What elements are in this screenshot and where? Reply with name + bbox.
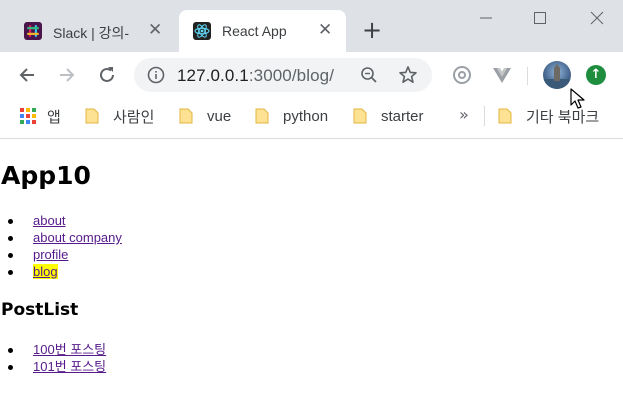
bookmark-other[interactable]: 기타 북마크 [498,98,599,134]
tab-strip: Slack | 강의- ✕ React App ✕ + [0,0,623,52]
folder-icon [255,108,269,124]
window-close-icon[interactable] [587,8,607,28]
folder-icon [353,108,367,124]
nav-item-profile: profile [0,246,122,263]
nav-item-about-company: about company [0,229,122,246]
reload-icon[interactable] [96,64,118,86]
slack-icon [24,22,42,40]
nav-link-profile[interactable]: profile [33,247,68,262]
extension-target-icon[interactable] [451,64,473,86]
bookmark-star-icon[interactable] [398,65,418,85]
bookmark-label: python [283,107,329,125]
nav-link-about-company[interactable]: about company [33,230,122,245]
tab-title: React App [222,23,287,39]
nav-link-about[interactable]: about [33,213,66,228]
update-badge[interactable]: ↑ [586,65,606,85]
nav-item-blog: blog [0,263,122,280]
toolbar: 127.0.0.1:3000/blog/ ↑ [0,52,623,98]
folder-icon [85,108,99,124]
list-item: 100번 포스팅 [0,341,106,358]
post-link[interactable]: 101번 포스팅 [33,359,106,374]
bookmark-label: vue [207,107,232,125]
bookmark-apps[interactable]: 앱 [20,98,61,134]
bookmark-label: 기타 북마크 [526,108,600,126]
nav-link-blog[interactable]: blog [33,264,58,279]
address-bar[interactable]: 127.0.0.1:3000/blog/ [134,58,432,92]
bookmark-saramin[interactable]: 사람인 [85,98,154,134]
tab-slack[interactable]: Slack | 강의- ✕ [10,10,176,52]
url-host: 127.0.0.1 [177,66,249,85]
forward-arrow-icon[interactable] [56,64,78,86]
bookmark-python[interactable]: python [255,98,328,134]
bookmark-vue[interactable]: vue [179,98,231,134]
page-title: App10 [1,161,91,190]
postlist-heading: PostList [1,300,79,320]
tab-react-app[interactable]: React App ✕ [179,10,346,52]
tab-title: Slack | 강의- [53,25,130,41]
url-path: :3000/blog/ [248,66,335,85]
folder-icon [498,108,512,124]
close-icon[interactable]: ✕ [318,21,332,39]
zoom-icon[interactable] [360,66,378,84]
bookmarks-divider [484,106,485,126]
post-link[interactable]: 100번 포스팅 [33,342,106,357]
folder-icon [179,108,193,124]
page-content: App10 about about company profile blog P… [0,139,623,400]
list-item: 101번 포스팅 [0,358,106,375]
toolbar-divider [527,67,528,85]
post-list: 100번 포스팅 101번 포스팅 [0,341,106,375]
bookmarks-overflow-button[interactable]: » [459,105,469,124]
info-icon[interactable] [147,66,165,84]
apps-grid-icon [20,108,36,124]
close-icon[interactable]: ✕ [148,21,162,39]
nav-item-about: about [0,212,122,229]
react-icon [193,22,211,40]
bookmark-label: starter [381,107,424,125]
avatar-image [543,64,571,89]
new-tab-button[interactable]: + [362,18,382,42]
minimize-icon[interactable] [476,8,496,28]
vue-devtools-icon[interactable] [491,64,513,86]
url-text[interactable]: 127.0.0.1:3000/blog/ [177,66,334,86]
bookmarks-bar: 앱 사람인 vue python starter » 기타 북마크 [0,98,623,139]
nav-list: about about company profile blog [0,212,122,280]
maximize-icon[interactable] [530,8,550,28]
bookmark-label: 사람인 [113,108,155,126]
bookmark-starter[interactable]: starter [353,98,424,134]
back-arrow-icon[interactable] [16,64,38,86]
profile-avatar[interactable] [543,61,571,89]
bookmark-label: 앱 [47,108,61,126]
browser-window: Slack | 강의- ✕ React App ✕ + 127.0.0.1:30… [0,0,623,139]
